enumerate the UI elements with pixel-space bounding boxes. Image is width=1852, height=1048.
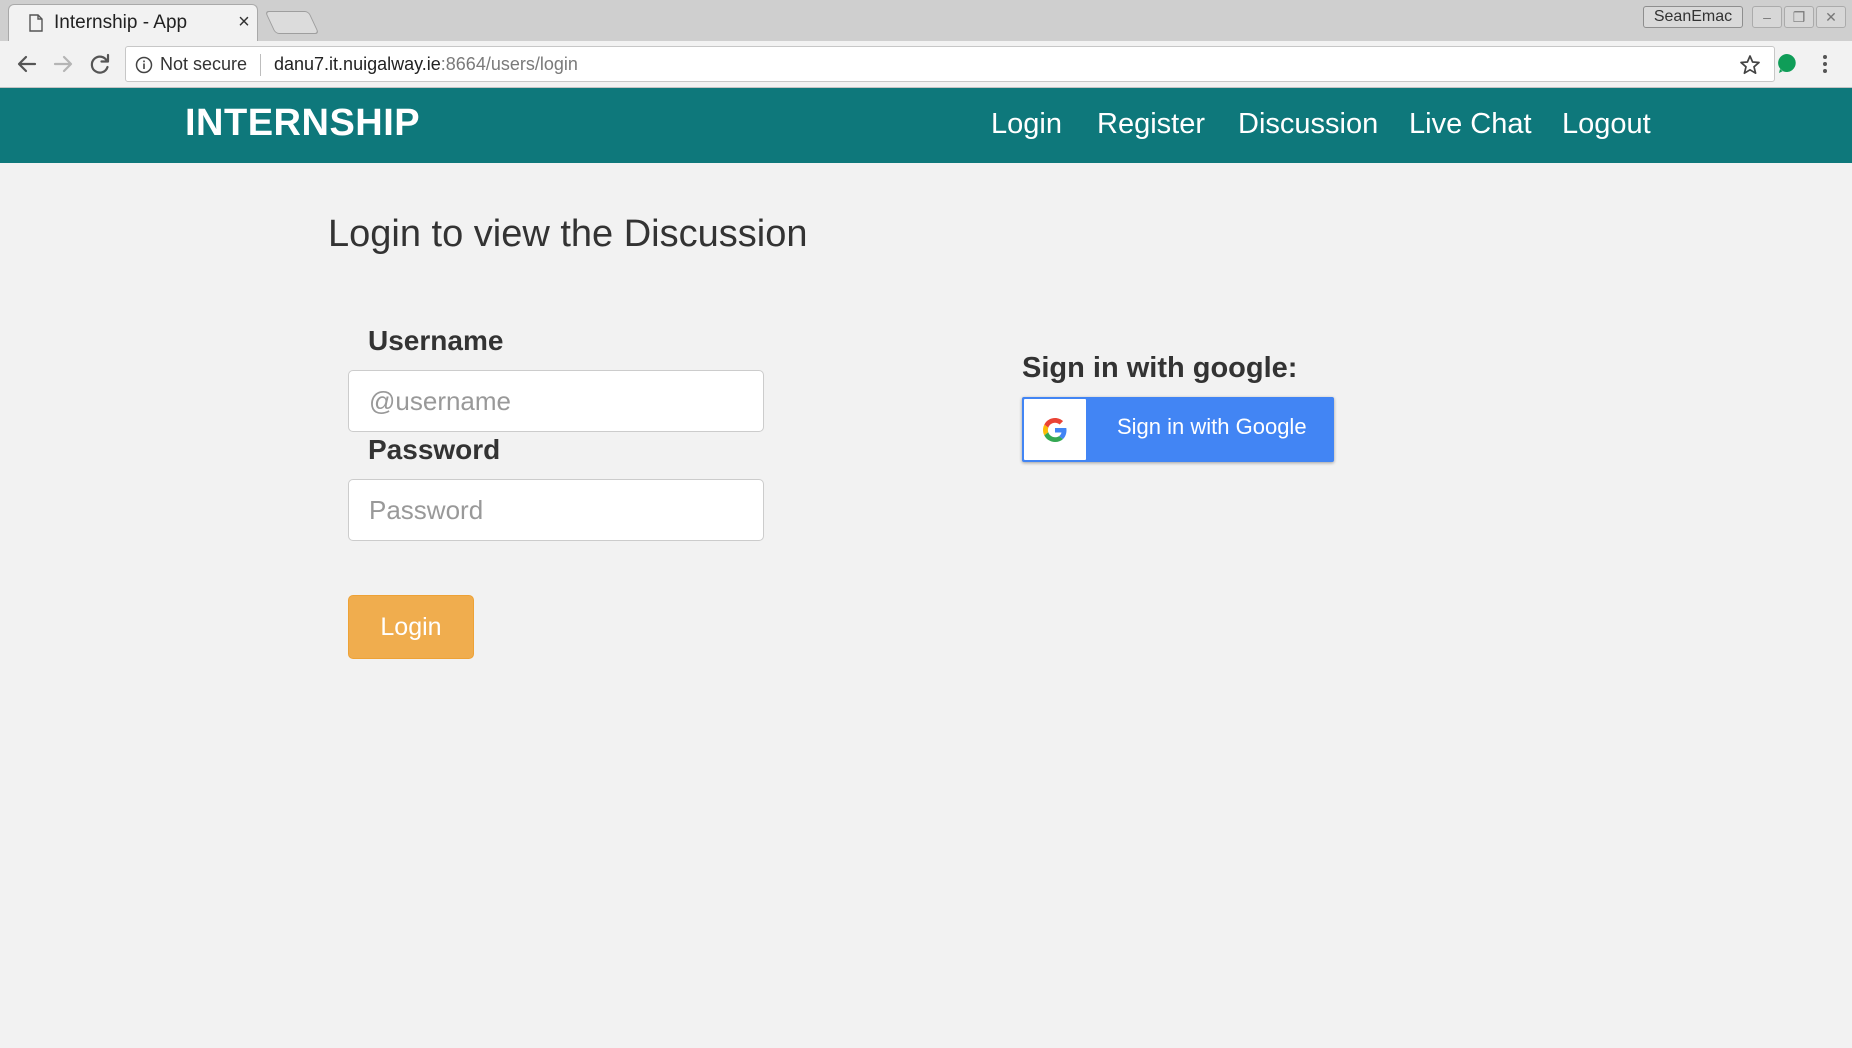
url-text[interactable]: danu7.it.nuigalway.ie:8664/users/login bbox=[274, 54, 578, 75]
close-window-icon[interactable]: ✕ bbox=[1816, 6, 1846, 28]
browser-tab[interactable]: Internship - App × bbox=[8, 4, 258, 41]
login-button[interactable]: Login bbox=[348, 595, 474, 659]
brand-logo[interactable]: INTERNSHIP bbox=[185, 102, 420, 145]
minimize-icon[interactable]: – bbox=[1752, 6, 1782, 28]
url-host: danu7.it.nuigalway.ie bbox=[274, 54, 441, 74]
nav-link-discussion[interactable]: Discussion bbox=[1238, 108, 1378, 141]
nav-link-live-chat[interactable]: Live Chat bbox=[1409, 108, 1532, 141]
browser-toolbar: Not secure danu7.it.nuigalway.ie:8664/us… bbox=[0, 41, 1852, 88]
username-label: Username bbox=[368, 325, 504, 356]
password-label: Password bbox=[368, 434, 501, 465]
tab-close-icon[interactable]: × bbox=[235, 11, 253, 33]
security-label[interactable]: Not secure bbox=[160, 54, 247, 75]
google-signin-button[interactable]: Sign in with Google bbox=[1022, 397, 1334, 462]
bookmark-star-icon[interactable] bbox=[1738, 53, 1762, 77]
nav-link-register[interactable]: Register bbox=[1097, 108, 1205, 141]
password-input[interactable] bbox=[348, 479, 764, 541]
page-title: Login to view the Discussion bbox=[328, 213, 808, 255]
url-path: :8664/users/login bbox=[440, 54, 578, 74]
back-icon[interactable] bbox=[12, 49, 42, 79]
username-input[interactable] bbox=[348, 370, 764, 432]
google-signin-label: Sign in with Google bbox=[1117, 414, 1307, 439]
new-tab-button[interactable] bbox=[264, 11, 320, 34]
omnibox-divider bbox=[260, 54, 261, 76]
google-signin-heading: Sign in with google: bbox=[1022, 352, 1298, 384]
extension-icon[interactable] bbox=[1776, 52, 1798, 74]
google-logo-container bbox=[1024, 399, 1086, 460]
browser-menu-icon[interactable] bbox=[1818, 52, 1832, 76]
profile-button[interactable]: SeanEmac bbox=[1643, 6, 1743, 28]
restore-icon[interactable]: ❐ bbox=[1784, 6, 1814, 28]
google-logo-icon bbox=[1043, 418, 1067, 442]
forward-icon[interactable] bbox=[48, 49, 78, 79]
tab-title: Internship - App bbox=[54, 12, 188, 33]
reload-icon[interactable] bbox=[85, 49, 115, 79]
nav-link-logout[interactable]: Logout bbox=[1562, 108, 1651, 141]
info-icon[interactable] bbox=[135, 56, 153, 74]
site-navbar: INTERNSHIP Login Register Discussion Liv… bbox=[0, 88, 1852, 163]
page-icon bbox=[29, 14, 43, 32]
address-bar[interactable]: Not secure danu7.it.nuigalway.ie:8664/us… bbox=[125, 46, 1775, 82]
browser-tab-strip: Internship - App × SeanEmac – ❐ ✕ bbox=[0, 0, 1852, 41]
nav-link-login[interactable]: Login bbox=[991, 108, 1062, 141]
